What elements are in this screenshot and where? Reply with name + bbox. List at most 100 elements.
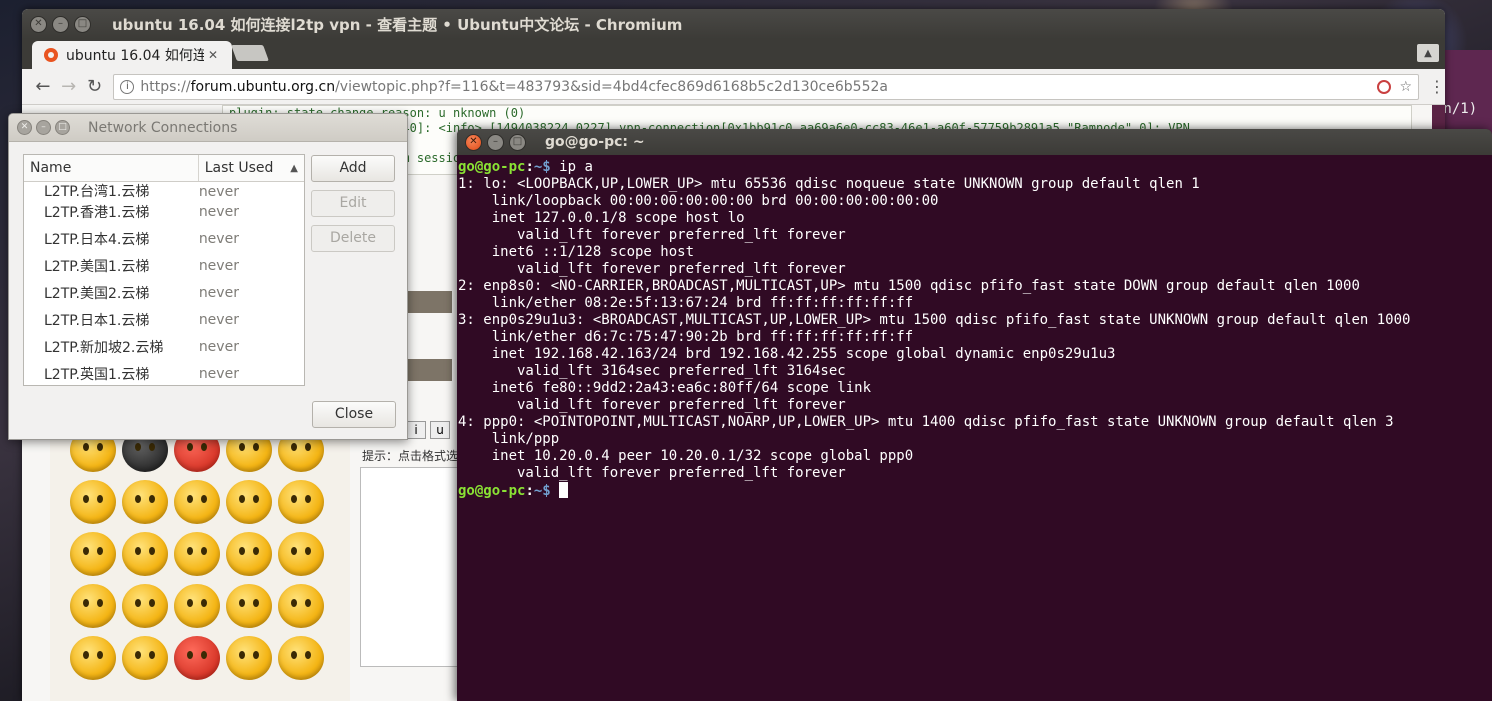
list-rows: L2TP.台湾1.云梯 never L2TP.香港1.云梯 never L2TP… [24, 182, 304, 385]
smiley-icon[interactable] [70, 584, 116, 628]
list-header: Name Last Used ▲ [24, 155, 304, 182]
prompt-user: go@go-pc [458, 159, 526, 175]
connection-name: L2TP.英国1.云梯 [44, 366, 150, 383]
list-item[interactable]: L2TP.香港1.云梯 never [24, 198, 304, 225]
maximize-icon[interactable]: □ [55, 120, 70, 135]
back-button[interactable]: ← [30, 76, 56, 97]
connection-name: L2TP.新加坡2.云梯 [44, 339, 164, 356]
delete-button[interactable]: Delete [311, 225, 395, 252]
list-item[interactable]: L2TP.美国2.云梯 never [24, 279, 304, 306]
smiley-icon[interactable] [174, 584, 220, 628]
network-connections-titlebar[interactable]: ✕ – □ Network Connections [9, 114, 407, 142]
connection-name: L2TP.台湾1.云梯 [44, 184, 150, 198]
smiley-icon[interactable] [122, 636, 168, 680]
url-scheme: https:// [140, 78, 191, 95]
smiley-icon[interactable] [122, 480, 168, 524]
browser-tab[interactable]: ubuntu 16.04 如何连 ✕ [32, 41, 232, 69]
smiley-icon[interactable] [122, 532, 168, 576]
maximize-icon[interactable]: □ [509, 133, 526, 151]
column-header-last-used[interactable]: Last Used ▲ [199, 155, 304, 181]
smiley-icon[interactable] [174, 532, 220, 576]
prompt-path: ~$ [533, 483, 551, 499]
minimize-icon[interactable]: – [487, 133, 504, 151]
chromium-titlebar[interactable]: ✕ – □ ubuntu 16.04 如何连接l2tp vpn - 查看主题 •… [22, 9, 1445, 39]
output-line: valid_lft forever preferred_lft forever [458, 261, 846, 277]
smiley-icon[interactable] [278, 532, 324, 576]
chrome-menu-icon[interactable]: ⋮ [1429, 77, 1445, 96]
smiley-icon[interactable] [278, 636, 324, 680]
profile-icon[interactable]: ▲ [1417, 44, 1439, 62]
edit-button[interactable]: Edit [311, 190, 395, 217]
smiley-icon[interactable] [226, 480, 272, 524]
tab-title: ubuntu 16.04 如何连 [66, 48, 204, 64]
terminal-output[interactable]: go@go-pc:~$ ip a 1: lo: <LOOPBACK,UP,LOWE… [457, 155, 1492, 500]
maximize-icon[interactable]: □ [74, 15, 91, 33]
underline-button[interactable]: u [430, 421, 450, 439]
column-header-last-used-label: Last Used [204, 160, 274, 176]
italic-button[interactable]: i [406, 421, 426, 439]
output-line: link/ppp [458, 431, 560, 447]
connection-last-used: never [198, 184, 239, 198]
url-host: forum.ubuntu.org.cn [190, 78, 336, 95]
output-line: inet 10.20.0.4 peer 10.20.0.1/32 scope g… [458, 448, 914, 464]
connection-list[interactable]: Name Last Used ▲ L2TP.台湾1.云梯 never L2TP.… [23, 154, 305, 386]
command-line: go@go-pc:~$ ip a [458, 159, 1492, 176]
add-button[interactable]: Add [311, 155, 395, 182]
list-item[interactable]: L2TP.日本4.云梯 never [24, 225, 304, 252]
blocked-content-icon[interactable] [1377, 79, 1392, 94]
smiley-icon[interactable] [174, 480, 220, 524]
close-icon[interactable]: ✕ [465, 133, 482, 151]
smiley-icon[interactable] [226, 532, 272, 576]
smiley-icon[interactable] [122, 584, 168, 628]
list-item[interactable]: L2TP.英国1.云梯 never [24, 360, 304, 385]
smiley-icon[interactable] [70, 532, 116, 576]
output-line: valid_lft 3164sec preferred_lft 3164sec [458, 363, 846, 379]
output-line: 1: lo: <LOOPBACK,UP,LOWER_UP> mtu 65536 … [458, 176, 1200, 192]
connection-name: L2TP.美国2.云梯 [44, 285, 150, 302]
browser-toolbar: ← → ↻ i https://forum.ubuntu.org.cn/view… [22, 69, 1445, 105]
smiley-icon[interactable] [226, 636, 272, 680]
tab-close-icon[interactable]: ✕ [208, 48, 218, 62]
window-title: ubuntu 16.04 如何连接l2tp vpn - 查看主题 • Ubunt… [112, 15, 683, 34]
output-line: valid_lft forever preferred_lft forever [458, 397, 846, 413]
list-item[interactable]: L2TP.台湾1.云梯 never [24, 182, 304, 198]
minimize-icon[interactable]: – [52, 15, 69, 33]
terminal-titlebar[interactable]: ✕ – □ go@go-pc: ~ [457, 129, 1492, 155]
smiley-icon[interactable] [278, 480, 324, 524]
output-line: valid_lft forever preferred_lft forever [458, 465, 846, 481]
bookmark-star-icon[interactable]: ☆ [1399, 79, 1412, 95]
url-path: /viewtopic.php?f=116&t=483793&sid=4bd4cf… [335, 78, 888, 95]
new-tab-button[interactable] [231, 45, 269, 61]
smiley-icon[interactable] [70, 636, 116, 680]
output-line: 4: ppp0: <POINTOPOINT,MULTICAST,NOARP,UP… [458, 414, 1394, 430]
command-text: ip a [550, 159, 593, 175]
list-item[interactable]: L2TP.新加坡2.云梯 never [24, 333, 304, 360]
forward-button[interactable]: → [56, 76, 82, 97]
column-header-name[interactable]: Name [24, 155, 199, 181]
close-icon[interactable]: ✕ [30, 15, 47, 33]
smiley-icon[interactable] [174, 636, 220, 680]
prompt-path: ~$ [533, 159, 551, 175]
minimize-icon[interactable]: – [36, 120, 51, 135]
connection-last-used: never [198, 338, 239, 355]
ubuntu-favicon-icon [44, 48, 58, 62]
output-line: 3: enp0s29u1u3: <BROADCAST,MULTICAST,UP,… [458, 312, 1411, 328]
output-line: inet 192.168.42.163/24 brd 192.168.42.25… [458, 346, 1116, 362]
output-line: link/loopback 00:00:00:00:00:00 brd 00:0… [458, 193, 939, 209]
output-line: inet6 ::1/128 scope host [458, 244, 695, 260]
smiley-icon[interactable] [278, 584, 324, 628]
smiley-icon[interactable] [70, 480, 116, 524]
prompt-separator: : [525, 483, 534, 499]
close-icon[interactable]: ✕ [17, 120, 32, 135]
post-editor[interactable] [360, 467, 470, 667]
sort-ascending-icon: ▲ [290, 162, 298, 174]
list-item[interactable]: L2TP.美国1.云梯 never [24, 252, 304, 279]
prompt-user: go@go-pc [458, 483, 526, 499]
terminal-window[interactable]: ✕ – □ go@go-pc: ~ go@go-pc:~$ ip a 1: lo:… [457, 129, 1492, 701]
site-info-icon[interactable]: i [120, 79, 135, 94]
address-bar[interactable]: i https://forum.ubuntu.org.cn/viewtopic.… [113, 73, 1420, 100]
list-item[interactable]: L2TP.日本1.云梯 never [24, 306, 304, 333]
close-button[interactable]: Close [312, 401, 396, 428]
reload-button[interactable]: ↻ [82, 76, 108, 97]
smiley-icon[interactable] [226, 584, 272, 628]
